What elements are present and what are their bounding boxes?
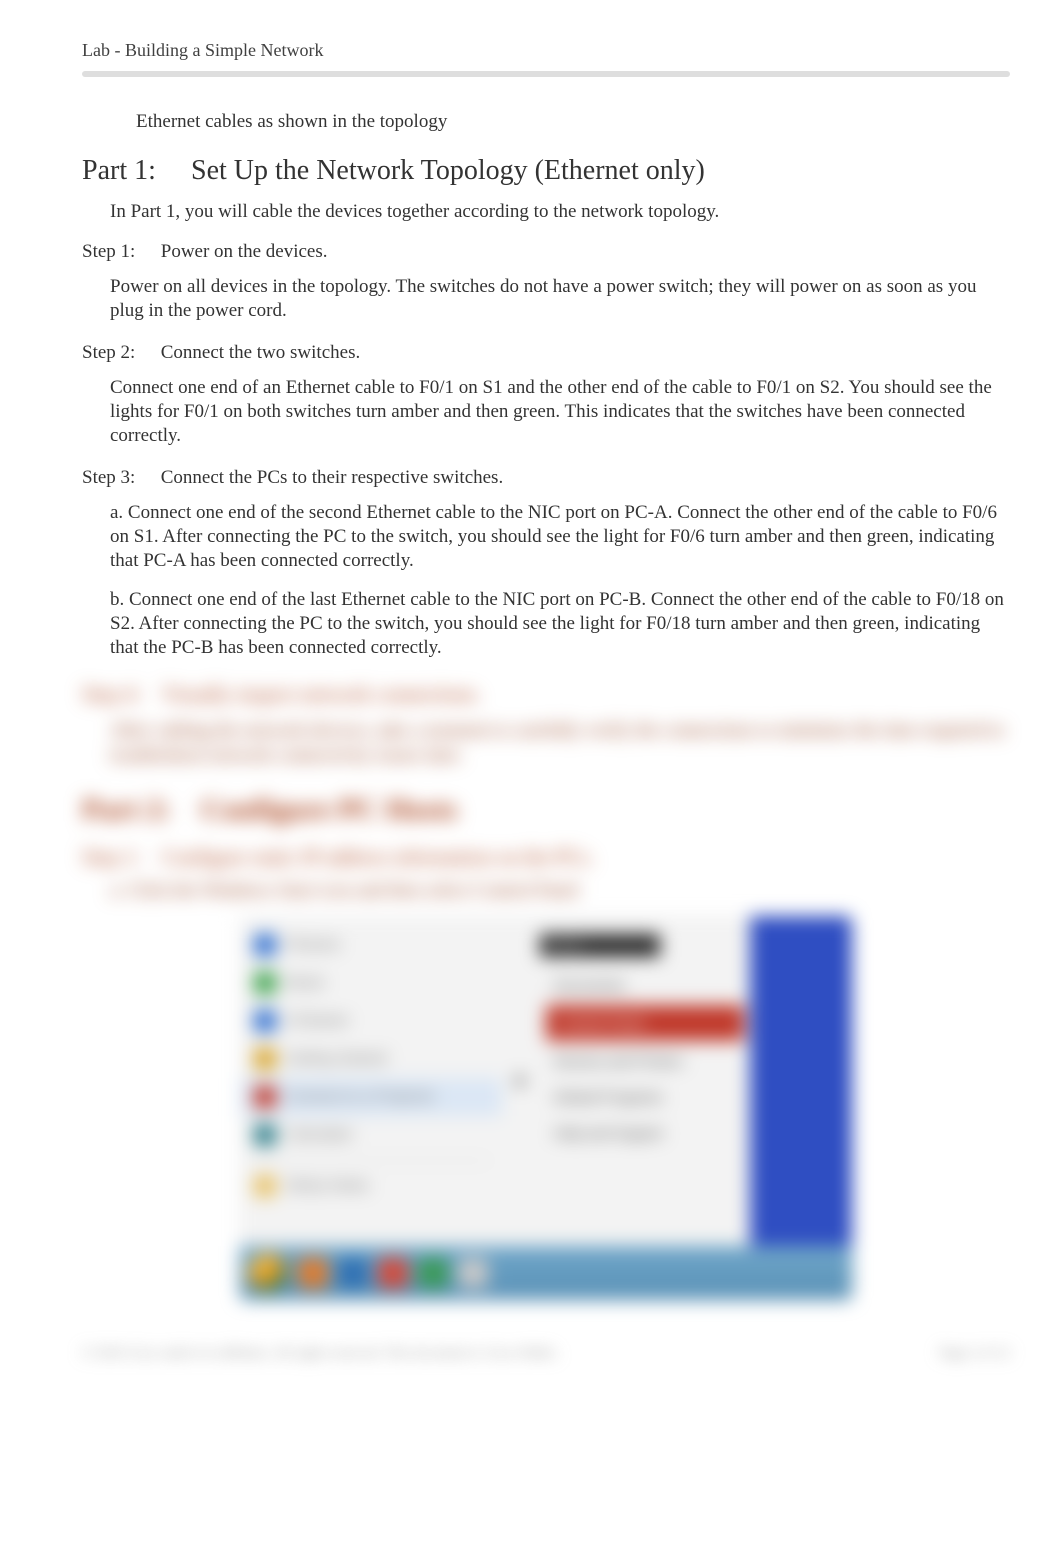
submenu-item: Help and Support <box>540 1115 750 1151</box>
blurred-content: Step 4: Visually inspect network connect… <box>82 682 1010 1299</box>
step-2-heading: Step 2: Connect the two switches. <box>82 342 1010 364</box>
step-3-body: a. Connect one end of the second Etherne… <box>110 501 1010 661</box>
part-title-text: Configure PC Hosts <box>201 793 457 826</box>
paragraph: b. Connect one end of the last Ethernet … <box>110 588 1010 661</box>
submenu-item: Documents <box>540 967 750 1003</box>
page-header: Lab - Building a Simple Network <box>82 40 1010 61</box>
app-icon <box>254 1124 276 1146</box>
submenu-item: Default Programs <box>540 1079 750 1115</box>
desktop-right-panel <box>750 916 852 1246</box>
start-menu-right: PC-A Documents Control Panel Devices and… <box>540 916 750 1246</box>
part-title-text: Set Up the Network Topology (Ethernet on… <box>191 155 705 186</box>
paragraph: Power on all devices in the topology. Th… <box>110 275 1010 324</box>
step-title-text: Power on the devices. <box>161 241 328 262</box>
step-label: Step 2: <box>82 342 156 364</box>
taskbar-icon <box>458 1258 488 1288</box>
step-label: Step 1: <box>82 241 156 263</box>
chevron-right-icon <box>517 1074 526 1088</box>
menu-item: Pictures <box>286 936 340 953</box>
step-label: Step 3: <box>82 467 156 489</box>
bullet-item: Ethernet cables as shown in the topology <box>110 111 1010 133</box>
step-4-body: After cabling the network devices, take … <box>110 719 1010 768</box>
taskbar-icon <box>418 1258 448 1288</box>
step-title-text: Visually inspect network connections. <box>162 682 482 706</box>
app-icon <box>254 1048 276 1070</box>
step-title-text: Connect the PCs to their respective swit… <box>161 467 503 488</box>
menu-item: Music <box>286 974 325 991</box>
part-2-heading: Part 2: Configure PC Hosts <box>82 793 1010 827</box>
step-1-body: Power on all devices in the topology. Th… <box>110 275 1010 324</box>
step-title-text: Connect the two switches. <box>161 342 360 363</box>
step-3-heading: Step 3: Connect the PCs to their respect… <box>82 467 1010 489</box>
paragraph: a. Connect one end of the second Etherne… <box>110 501 1010 574</box>
app-icon <box>254 934 276 956</box>
taskbar-icon <box>378 1258 408 1288</box>
footer-copyright: © 2016 Cisco and/or its affiliates. All … <box>82 1346 560 1362</box>
footer-page-number: Page 2 of 12 <box>940 1346 1010 1362</box>
part-1-heading: Part 1: Set Up the Network Topology (Eth… <box>82 155 1010 187</box>
page-footer: © 2016 Cisco and/or its affiliates. All … <box>82 1346 1010 1362</box>
submenu-arrow <box>502 916 540 1246</box>
bullet-text: Ethernet cables as shown in the topology <box>136 111 447 133</box>
part-label: Part 2: <box>82 793 171 826</box>
part2-step1-item-a: a. Click the Windows Start icon and then… <box>110 880 1010 902</box>
step-1-heading: Step 1: Power on the devices. <box>82 241 1010 263</box>
menu-item: Connect to a Projector <box>286 1088 435 1105</box>
step-label: Step 4: <box>82 682 141 706</box>
start-menu-left: Pictures Music CCleaner Getting Started … <box>240 916 502 1246</box>
app-icon <box>254 1086 276 1108</box>
paragraph: Connect one end of an Ethernet cable to … <box>110 376 1010 449</box>
start-orb-icon <box>248 1253 288 1293</box>
header-divider <box>82 71 1010 77</box>
submenu-item: Devices and Printers <box>540 1043 750 1079</box>
step-2-body: Connect one end of an Ethernet cable to … <box>110 376 1010 449</box>
menu-item: Sticky Notes <box>286 1177 369 1194</box>
app-icon <box>254 1010 276 1032</box>
menu-item: Calculator <box>286 1126 354 1143</box>
part2-step-1-heading: Step 1: Configure static IP address info… <box>82 845 1010 870</box>
submenu-item-highlight: Control Panel <box>546 1005 744 1041</box>
folder-icon <box>254 1175 276 1197</box>
app-icon <box>254 972 276 994</box>
menu-item: CCleaner <box>286 1012 349 1029</box>
step-title-text: Configure static IP address information … <box>162 845 594 869</box>
step-label: Step 1: <box>82 845 141 869</box>
part-1-intro: In Part 1, you will cable the devices to… <box>110 201 1010 223</box>
user-badge: PC-A <box>540 934 660 957</box>
taskbar-icon <box>338 1258 368 1288</box>
menu-item: Getting Started <box>286 1050 387 1067</box>
part-label: Part 1: <box>82 155 184 187</box>
taskbar-icon <box>298 1258 328 1288</box>
taskbar <box>240 1246 852 1300</box>
start-menu-screenshot: Pictures Music CCleaner Getting Started … <box>240 916 852 1300</box>
step-4-heading: Step 4: Visually inspect network connect… <box>82 682 1010 707</box>
